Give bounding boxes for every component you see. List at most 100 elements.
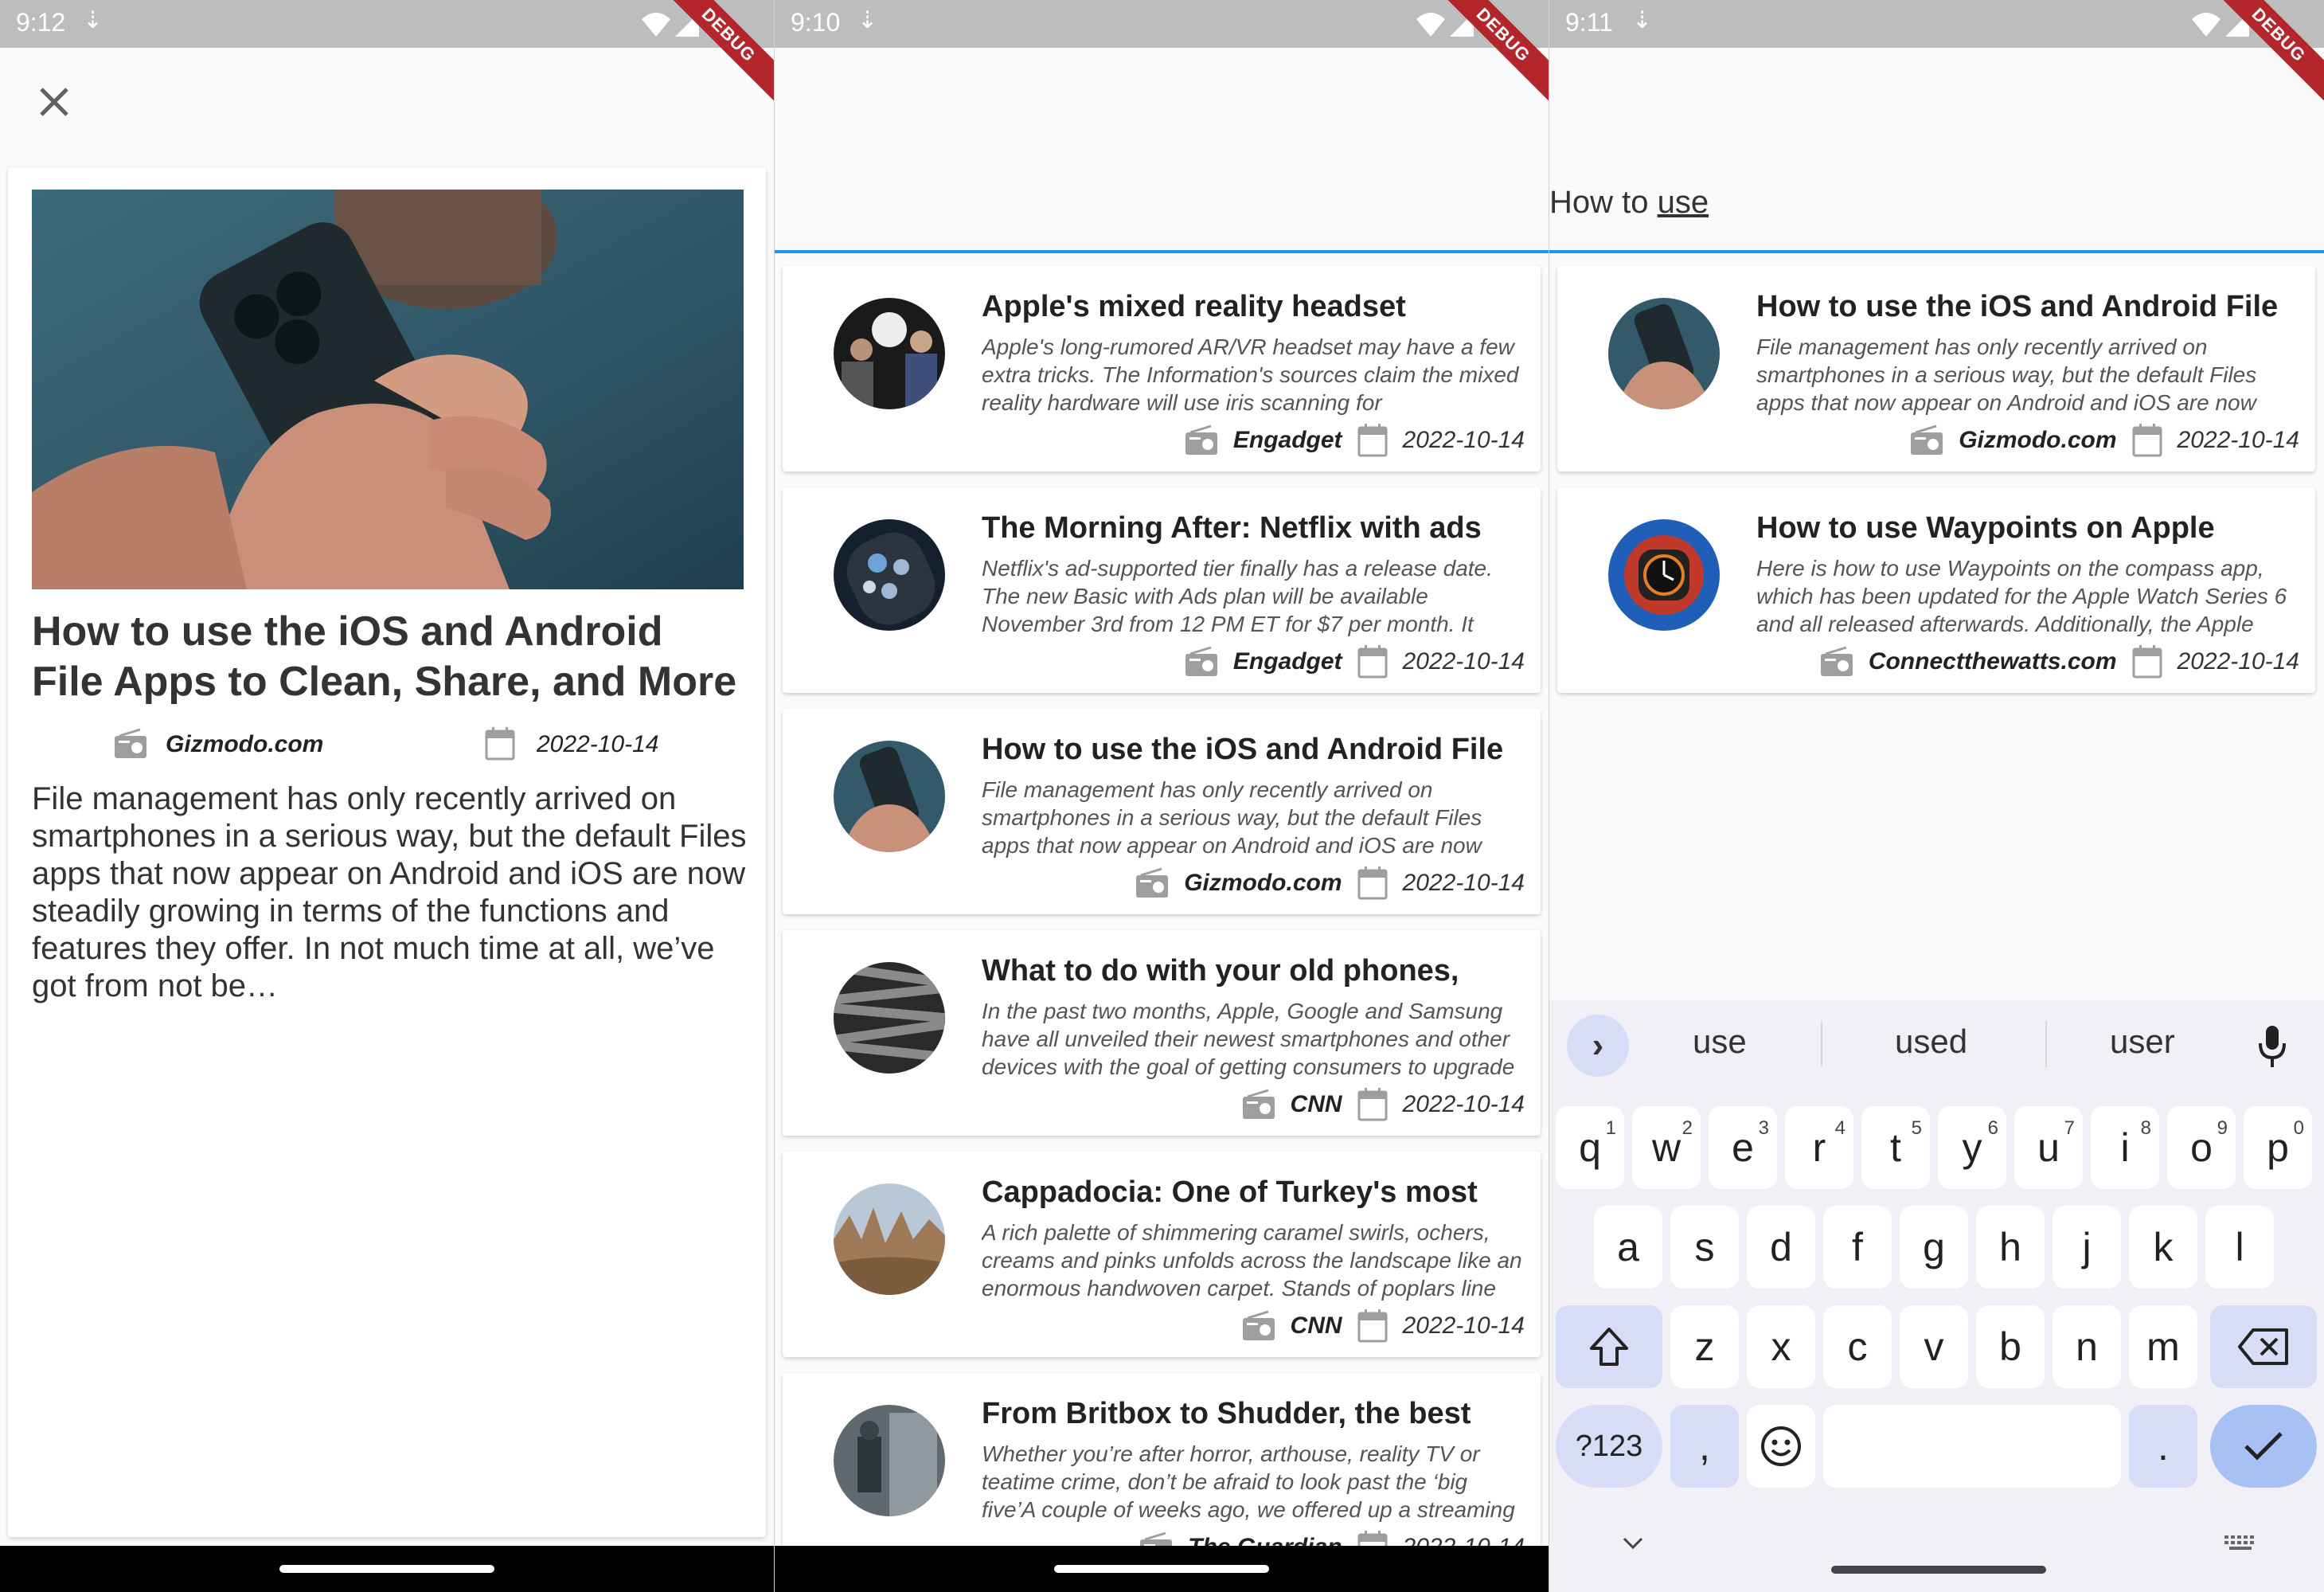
download-icon: ⇣ xyxy=(1632,7,1653,33)
key-s[interactable]: s xyxy=(1670,1206,1739,1289)
news-thumbnail xyxy=(834,1405,945,1516)
key-r[interactable]: r4 xyxy=(1785,1106,1853,1189)
calendar-icon xyxy=(1357,645,1388,679)
chevron-right-icon[interactable]: › xyxy=(1567,1015,1629,1077)
news-card[interactable]: Cappadocia: One of Turkey's most A rich … xyxy=(783,1152,1541,1357)
key-g[interactable]: g xyxy=(1900,1206,1968,1289)
suggestion-2[interactable]: used xyxy=(1895,1023,1967,1061)
key-h[interactable]: h xyxy=(1976,1206,2045,1289)
home-gesture-bar[interactable] xyxy=(1054,1565,1269,1573)
key-t[interactable]: t5 xyxy=(1861,1106,1930,1189)
key-k[interactable]: k xyxy=(2129,1206,2197,1289)
news-card[interactable]: How to use Waypoints on Apple Here is ho… xyxy=(1557,487,2315,693)
news-meta: Gizmodo.com 2022-10-14 xyxy=(1135,865,1525,902)
key-j[interactable]: j xyxy=(2053,1206,2121,1289)
article-source: Gizmodo.com xyxy=(166,731,324,757)
news-description: File management has only recently arrive… xyxy=(1756,334,2257,415)
key-b[interactable]: b xyxy=(1976,1305,2045,1388)
news-description: A rich palette of shimmering caramel swi… xyxy=(982,1220,1522,1301)
calendar-icon xyxy=(2132,424,2162,457)
key-a[interactable]: a xyxy=(1594,1206,1662,1289)
nav-bar xyxy=(0,1546,774,1592)
radio-icon xyxy=(1820,646,1853,676)
key-i[interactable]: i8 xyxy=(2091,1106,2159,1189)
news-card[interactable]: The Morning After: Netflix with ads Netf… xyxy=(783,487,1541,693)
key-d[interactable]: d xyxy=(1747,1206,1815,1289)
key-v[interactable]: v xyxy=(1900,1305,1968,1388)
radio-icon xyxy=(1136,867,1169,898)
news-meta: Engadget 2022-10-14 xyxy=(1184,643,1525,680)
close-icon[interactable] xyxy=(35,83,73,121)
key-o[interactable]: o9 xyxy=(2167,1106,2236,1189)
key-q[interactable]: q1 xyxy=(1556,1106,1624,1189)
news-meta: Connectthewatts.com 2022-10-14 xyxy=(1819,643,2299,680)
radio-icon xyxy=(115,728,146,758)
status-bar: 9:11 ⇣ DEBUG xyxy=(1549,0,2324,111)
news-list-screen: 9:10 ⇣ DEBUG Apple's mixed reality heads… xyxy=(775,0,1549,1592)
suggestion-3[interactable]: user xyxy=(2110,1023,2175,1061)
done-key[interactable] xyxy=(2210,1405,2317,1488)
calendar-icon xyxy=(1357,424,1388,457)
home-gesture-bar[interactable] xyxy=(1831,1566,2046,1574)
status-time: 9:12 xyxy=(16,8,66,37)
key-y[interactable]: y6 xyxy=(1938,1106,2006,1189)
key-n[interactable]: n xyxy=(2053,1305,2121,1388)
news-card[interactable]: What to do with your old phones, In the … xyxy=(783,930,1541,1136)
news-date: 2022-10-14 xyxy=(2177,427,2299,453)
emoji-key[interactable] xyxy=(1747,1405,1815,1488)
news-description: Apple's long-rumored AR/VR headset may h… xyxy=(982,334,1519,415)
backspace-key[interactable] xyxy=(2210,1305,2317,1388)
news-card[interactable]: Apple's mixed reality headset Apple's lo… xyxy=(783,266,1541,471)
news-date: 2022-10-14 xyxy=(1402,648,1525,675)
key-f[interactable]: f xyxy=(1823,1206,1892,1289)
article-detail-screen: 9:12 ⇣ DEBUG How to use the iOS and Andr… xyxy=(0,0,774,1592)
news-title: The Morning After: Netflix with ads xyxy=(982,511,1482,545)
article-body: File management has only recently arrive… xyxy=(32,781,747,1003)
news-thumbnail xyxy=(834,519,945,631)
key-w[interactable]: w2 xyxy=(1632,1106,1701,1189)
status-bar: 9:12 ⇣ DEBUG xyxy=(0,0,774,111)
key-e[interactable]: e3 xyxy=(1709,1106,1777,1189)
article-card: How to use the iOS and Android File Apps… xyxy=(8,167,766,1537)
article-meta: Gizmodo.com 2022-10-14 xyxy=(8,725,766,766)
suggestion-1[interactable]: use xyxy=(1693,1023,1747,1061)
search-bar[interactable] xyxy=(1549,48,2324,253)
symbols-key[interactable]: ?123 xyxy=(1556,1405,1662,1488)
space-key[interactable] xyxy=(1823,1405,2121,1488)
search-input[interactable]: How to use xyxy=(1549,185,1709,221)
article-title: How to use the iOS and Android File Apps… xyxy=(32,608,737,705)
key-z[interactable]: z xyxy=(1670,1305,1739,1388)
news-card[interactable]: How to use the iOS and Android File File… xyxy=(783,709,1541,914)
article-date: 2022-10-14 xyxy=(537,731,659,757)
status-time: 9:10 xyxy=(791,8,841,37)
news-source: CNN xyxy=(1290,1312,1342,1339)
nav-bar xyxy=(775,1546,1549,1592)
radio-icon xyxy=(1242,1310,1275,1340)
period-key[interactable]: . xyxy=(2129,1405,2197,1488)
key-c[interactable]: c xyxy=(1823,1305,1892,1388)
news-thumbnail xyxy=(1608,519,1720,631)
radio-icon xyxy=(1185,646,1217,676)
shift-key[interactable] xyxy=(1556,1305,1662,1388)
download-icon: ⇣ xyxy=(83,7,104,33)
news-thumbnail xyxy=(834,1183,945,1295)
key-u[interactable]: u7 xyxy=(2014,1106,2083,1189)
status-bar: 9:10 ⇣ DEBUG xyxy=(775,0,1549,111)
shift-icon xyxy=(1590,1328,1628,1366)
microphone-icon[interactable] xyxy=(2256,1024,2288,1069)
key-x[interactable]: x xyxy=(1747,1305,1815,1388)
news-thumbnail xyxy=(1608,298,1720,409)
chevron-down-icon[interactable] xyxy=(1621,1535,1645,1551)
key-p[interactable]: p0 xyxy=(2244,1106,2312,1189)
key-l[interactable]: l xyxy=(2205,1206,2274,1289)
soft-keyboard: › use used user q1 w2 e3 r4 t5 y6 u7 i8 … xyxy=(1549,1000,2324,1592)
keyboard-icon[interactable] xyxy=(2223,1534,2258,1553)
search-query-prefix: How to xyxy=(1549,185,1658,220)
news-date: 2022-10-14 xyxy=(2177,648,2299,675)
home-gesture-bar[interactable] xyxy=(279,1565,494,1573)
comma-key[interactable]: , xyxy=(1670,1405,1739,1488)
key-m[interactable]: m xyxy=(2129,1305,2197,1388)
news-meta: CNN 2022-10-14 xyxy=(1241,1308,1525,1344)
news-card[interactable]: How to use the iOS and Android File File… xyxy=(1557,266,2315,471)
news-source: Connectthewatts.com xyxy=(1868,648,2117,675)
